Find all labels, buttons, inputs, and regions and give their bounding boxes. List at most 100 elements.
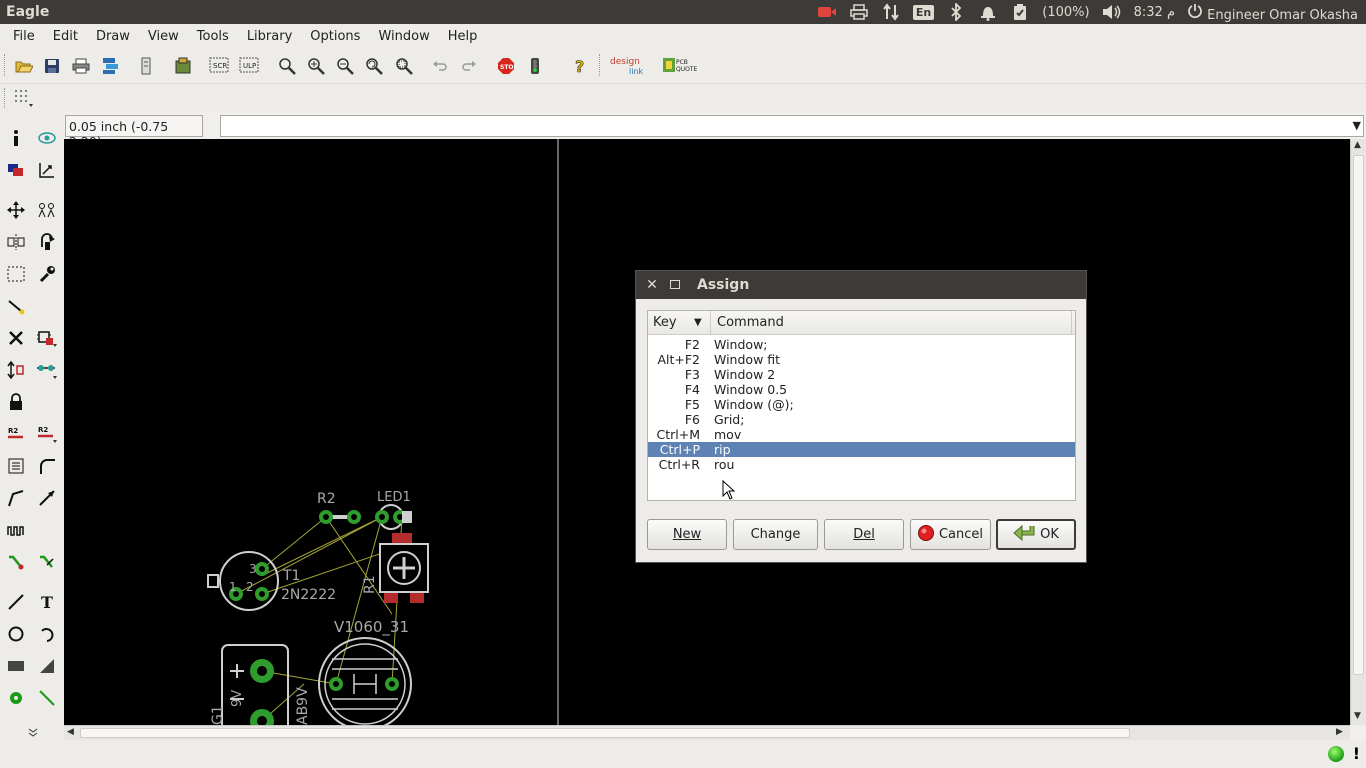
script-icon[interactable] xyxy=(135,55,157,77)
list-item[interactable]: Ctrl+R rou xyxy=(648,457,1075,472)
copy-icon[interactable] xyxy=(36,199,58,221)
replace-icon[interactable] xyxy=(5,359,27,381)
scroll-up-icon[interactable]: ▲ xyxy=(1354,140,1361,150)
volume-icon[interactable] xyxy=(1102,3,1122,21)
miter-icon[interactable] xyxy=(36,455,58,477)
cancel-button[interactable]: Cancel xyxy=(910,519,991,550)
cam-icon[interactable] xyxy=(99,55,121,77)
list-item[interactable]: Ctrl+M mov xyxy=(648,427,1075,442)
grid-icon[interactable] xyxy=(12,87,34,109)
pcbquote-icon[interactable]: PCB QUOTE xyxy=(662,53,702,79)
zoom-fit-icon[interactable] xyxy=(276,55,298,77)
scroll-right-icon[interactable]: ▶ xyxy=(1336,727,1343,737)
delete-button[interactable]: Del xyxy=(824,519,904,550)
smash-icon[interactable] xyxy=(5,455,27,477)
ok-button[interactable]: OK xyxy=(996,519,1076,550)
zoom-redraw-icon[interactable] xyxy=(363,55,385,77)
ulp-icon[interactable]: ULP xyxy=(239,55,261,77)
vertical-scroll-thumb[interactable] xyxy=(1353,155,1364,675)
mark-icon[interactable] xyxy=(36,159,58,181)
delete-icon[interactable] xyxy=(5,327,27,349)
info-icon[interactable] xyxy=(5,127,27,149)
print-icon[interactable] xyxy=(70,55,92,77)
undo-icon[interactable] xyxy=(429,55,451,77)
keyboard-layout-indicator[interactable]: En xyxy=(912,4,935,20)
menu-help[interactable]: Help xyxy=(439,29,487,44)
network-icon[interactable] xyxy=(881,3,901,21)
name-icon[interactable]: R2 xyxy=(5,423,27,445)
rotate-icon[interactable] xyxy=(36,231,58,253)
change-button[interactable]: Change xyxy=(733,519,818,550)
menu-view[interactable]: View xyxy=(139,29,188,44)
camera-icon[interactable] xyxy=(817,3,837,21)
ripup-icon[interactable] xyxy=(36,551,58,573)
save-icon[interactable] xyxy=(41,55,63,77)
designlink-icon[interactable]: design link xyxy=(609,53,653,79)
key-assignment-list[interactable]: Key ▼ Command F2 Window; Alt+F2 Window fit … xyxy=(647,310,1076,501)
zoom-in-icon[interactable] xyxy=(305,55,327,77)
circle-icon[interactable] xyxy=(5,623,27,645)
meander-icon[interactable] xyxy=(5,519,27,541)
split-icon[interactable] xyxy=(5,487,27,509)
mirror-icon[interactable] xyxy=(5,231,27,253)
command-line-input[interactable]: ▼ xyxy=(220,115,1364,137)
printer-icon[interactable] xyxy=(849,3,869,21)
column-header-key[interactable]: Key ▼ xyxy=(648,311,711,334)
vertical-scrollbar[interactable]: ▲ ▼ xyxy=(1350,139,1366,725)
zoom-select-icon[interactable] xyxy=(393,55,415,77)
lock-icon[interactable] xyxy=(5,391,27,413)
column-header-command[interactable]: Command xyxy=(712,311,789,334)
list-item[interactable]: F5 Window (@); xyxy=(648,397,1075,412)
value-icon[interactable]: R2 xyxy=(36,423,58,445)
clock[interactable]: م 8:32 xyxy=(1134,5,1175,20)
signal-icon[interactable] xyxy=(36,687,58,709)
maximize-icon[interactable] xyxy=(670,280,680,289)
close-icon[interactable]: ✕ xyxy=(645,277,659,293)
show-eye-icon[interactable] xyxy=(36,127,58,149)
list-item[interactable]: F4 Window 0.5 xyxy=(648,382,1075,397)
scroll-left-icon[interactable]: ◀ xyxy=(67,727,74,737)
menu-options[interactable]: Options xyxy=(301,29,369,44)
new-button[interactable]: New xyxy=(647,519,727,550)
redo-icon[interactable] xyxy=(458,55,480,77)
status-warning-icon[interactable]: ! xyxy=(1353,744,1360,763)
wire-icon[interactable] xyxy=(5,591,27,613)
list-item[interactable]: F6 Grid; xyxy=(648,412,1075,427)
menu-draw[interactable]: Draw xyxy=(87,29,139,44)
library-icon[interactable] xyxy=(172,55,194,77)
move-icon[interactable] xyxy=(5,199,27,221)
dialog-title-bar[interactable]: ✕ Assign xyxy=(636,271,1086,299)
stop-icon[interactable]: STOP xyxy=(495,55,517,77)
list-item[interactable]: Alt+F2 Window fit xyxy=(648,352,1075,367)
menu-tools[interactable]: Tools xyxy=(188,29,238,44)
rect-icon[interactable] xyxy=(5,655,27,677)
menu-window[interactable]: Window xyxy=(369,29,438,44)
pinswap-icon[interactable] xyxy=(36,359,58,381)
horizontal-scroll-thumb[interactable] xyxy=(80,728,1130,738)
change-wrench-icon[interactable] xyxy=(36,263,58,285)
scroll-down-icon[interactable]: ▼ xyxy=(1354,711,1361,721)
menu-library[interactable]: Library xyxy=(238,29,301,44)
text-icon[interactable]: T xyxy=(36,591,58,613)
zoom-out-icon[interactable] xyxy=(334,55,356,77)
notification-bell-icon[interactable] xyxy=(978,3,998,21)
horizontal-scrollbar[interactable]: ◀ ▶ xyxy=(64,725,1350,740)
go-icon[interactable] xyxy=(524,55,546,77)
via-icon[interactable] xyxy=(5,687,27,709)
arc-icon[interactable] xyxy=(36,623,58,645)
battery-icon[interactable] xyxy=(1010,3,1030,21)
list-item-selected[interactable]: Ctrl+P rip xyxy=(648,442,1075,457)
list-item[interactable]: F2 Window; xyxy=(648,337,1075,352)
paste-icon[interactable] xyxy=(5,295,27,317)
optimize-icon[interactable] xyxy=(36,487,58,509)
route-icon[interactable] xyxy=(5,551,27,573)
menu-file[interactable]: File xyxy=(4,29,44,44)
list-item[interactable]: F3 Window 2 xyxy=(648,367,1075,382)
scr-icon[interactable]: SCR xyxy=(209,55,231,77)
help-icon[interactable]: ? xyxy=(569,55,591,77)
open-icon[interactable] xyxy=(13,55,35,77)
user-menu[interactable]: Engineer Omar Okasha xyxy=(1187,2,1358,23)
group-icon[interactable] xyxy=(5,263,27,285)
chevron-down-icon[interactable]: ▼ xyxy=(1353,119,1361,132)
bluetooth-icon[interactable] xyxy=(946,3,966,21)
